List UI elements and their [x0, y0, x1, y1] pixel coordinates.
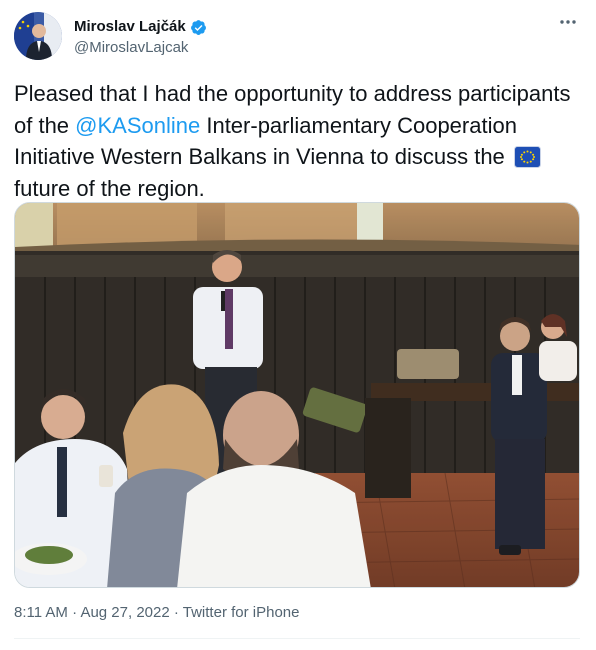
meta-separator: · [72, 604, 78, 621]
verified-badge-icon [190, 19, 207, 36]
display-name[interactable]: Miroslav Lajčák [74, 17, 186, 37]
tweet-text-part-3: future of the region. [14, 175, 205, 201]
tweet-time[interactable]: 8:11 AM [14, 604, 68, 621]
tweet-header: Miroslav Lajčák @MiroslavLajcak [14, 12, 582, 64]
tweet-photo[interactable] [14, 202, 580, 588]
mention-link[interactable]: @KASonline [75, 113, 200, 138]
display-name-row: Miroslav Lajčák [74, 17, 207, 37]
tweet-date[interactable]: Aug 27, 2022 [80, 604, 169, 621]
author-handle[interactable]: @MiroslavLajcak [74, 38, 207, 58]
eu-flag-icon [513, 145, 541, 168]
divider [14, 638, 580, 639]
meta-separator: · [173, 604, 179, 621]
author-names: Miroslav Lajčák @MiroslavLajcak [74, 17, 207, 58]
tweet-meta: 8:11 AM · Aug 27, 2022 · Twitter for iPh… [14, 603, 299, 623]
more-options-icon[interactable] [556, 12, 580, 36]
avatar[interactable] [14, 12, 62, 60]
tweet-source[interactable]: Twitter for iPhone [183, 604, 300, 621]
tweet-text: Pleased that I had the opportunity to ad… [14, 78, 580, 204]
